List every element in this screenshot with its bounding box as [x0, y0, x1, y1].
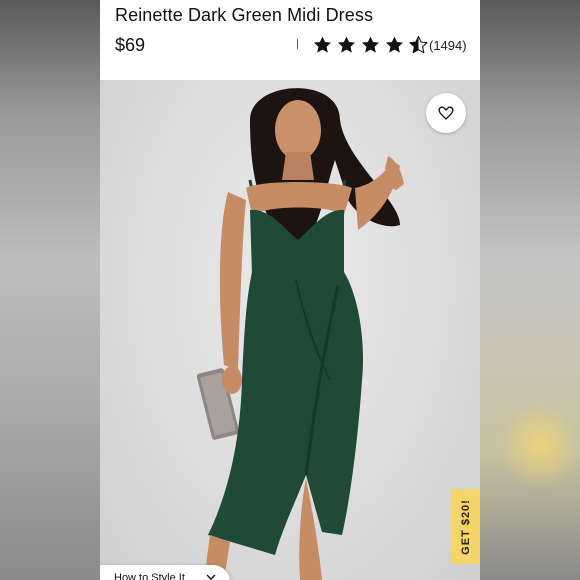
favorite-button[interactable] — [426, 93, 466, 133]
star-icon — [314, 36, 331, 53]
star-icon — [362, 36, 379, 53]
how-to-style-label: How to Style It — [114, 572, 185, 580]
model-illustration — [196, 88, 404, 580]
how-to-style-button[interactable]: How to Style It — [100, 565, 230, 580]
promo-label: GET $20! — [459, 498, 472, 555]
star-icon — [338, 36, 355, 53]
product-screen: Reinette Dark Green Midi Dress $69 (1494… — [100, 0, 480, 580]
blurred-background-left — [0, 0, 100, 580]
product-title: Reinette Dark Green Midi Dress — [115, 5, 374, 25]
blurred-background-right — [480, 0, 580, 580]
review-count[interactable]: (1494) — [429, 38, 467, 53]
chevron-down-icon — [206, 574, 216, 580]
product-photo[interactable]: GET $20! — [100, 80, 480, 580]
header-divider — [297, 39, 298, 49]
star-rating[interactable] — [312, 35, 429, 55]
heart-icon — [438, 106, 454, 120]
half-star-icon — [409, 35, 428, 54]
product-header: Reinette Dark Green Midi Dress $69 (1494… — [100, 0, 480, 80]
promo-tab[interactable]: GET $20! — [451, 489, 480, 564]
star-icon — [386, 36, 403, 53]
product-price: $69 — [115, 35, 146, 55]
